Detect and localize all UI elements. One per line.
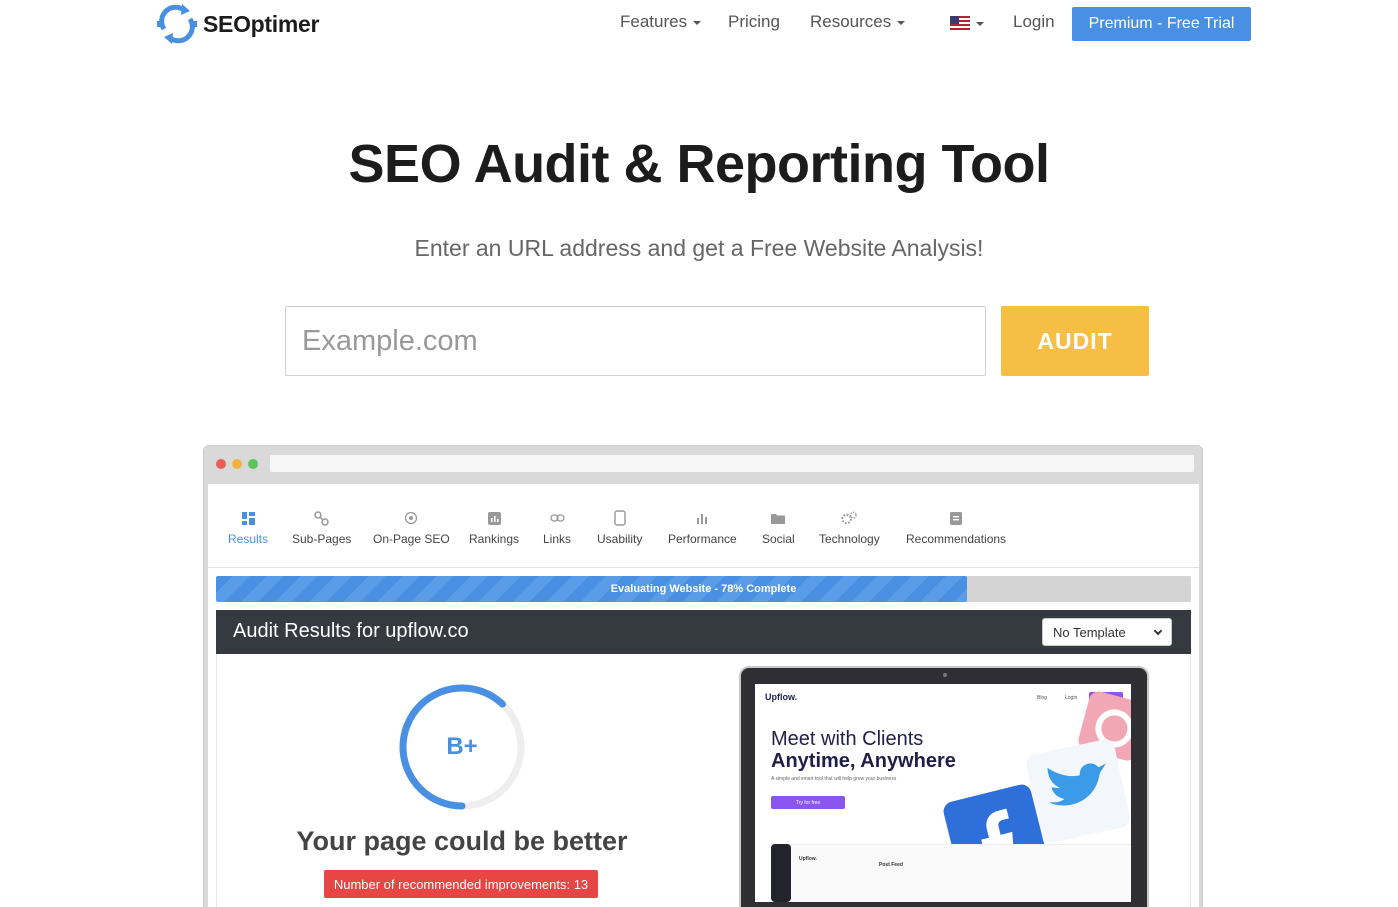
tab-label: Results	[228, 532, 269, 546]
demo-report-page: Results Sub-Pages On-Page SEO Rankings L…	[208, 484, 1199, 907]
upflow-tagline: A simple and smart tool that will help g…	[771, 776, 897, 782]
upflow-nav-blog: Blog	[1037, 695, 1048, 701]
link-nodes-icon	[314, 510, 330, 526]
nav-pricing-label: Pricing	[728, 12, 780, 31]
tab-label: Rankings	[469, 532, 520, 546]
improvements-badge: Number of recommended improvements: 13	[324, 870, 598, 898]
clipboard-icon	[948, 510, 964, 526]
audit-results-header: Audit Results for upflow.co No Template	[216, 610, 1191, 654]
tab-label: Performance	[668, 532, 737, 546]
signal-bars-icon	[694, 510, 710, 526]
upflow-cta: Try for free	[771, 796, 845, 809]
window-maximize-dot	[248, 459, 258, 469]
bar-chart-icon	[486, 510, 502, 526]
tab-technology[interactable]: Technology	[819, 510, 880, 546]
upflow-panel-title: Post Feed	[879, 862, 903, 868]
folder-icon	[770, 510, 786, 526]
chevron-down-icon	[1153, 626, 1163, 635]
tab-label: On-Page SEO	[373, 532, 450, 546]
nav-resources[interactable]: Resources	[810, 12, 906, 32]
target-icon	[403, 510, 419, 526]
laptop-preview: Upflow. Blog Login Try for free Meet wit…	[739, 666, 1149, 907]
seoptimer-logo[interactable]: SEOptimer	[154, 0, 319, 48]
nav-features-label: Features	[620, 12, 688, 31]
audit-button[interactable]: AUDIT	[1001, 306, 1149, 376]
audit-progress-bar: Evaluating Website - 78% Complete	[216, 576, 1191, 602]
upflow-headline-2: Anytime, Anywhere	[771, 750, 956, 772]
laptop-camera	[943, 673, 947, 677]
twitter-icon	[1024, 737, 1131, 845]
dashboard-icon	[240, 510, 256, 526]
tab-label: Social	[762, 532, 795, 546]
us-flag-icon	[950, 16, 970, 30]
nav-login-label: Login	[1013, 12, 1055, 31]
gear-arrows-icon	[157, 4, 197, 44]
upflow-headline-1: Meet with Clients	[771, 728, 924, 750]
page-title: SEO Audit & Reporting Tool	[348, 134, 1050, 194]
verdict-text: Your page could be better	[296, 826, 628, 856]
template-select-value: No Template	[1053, 624, 1126, 640]
tab-label: Technology	[819, 532, 880, 546]
premium-free-trial-button[interactable]: Premium - Free Trial	[1072, 7, 1251, 41]
upflow-dashboard-sidebar	[771, 844, 791, 902]
window-minimize-dot	[232, 459, 242, 469]
nav-login[interactable]: Login	[1013, 12, 1055, 32]
progress-text: Evaluating Website - 78% Complete	[610, 583, 797, 595]
template-select[interactable]: No Template	[1042, 618, 1172, 646]
window-close-dot	[216, 459, 226, 469]
tab-label: Sub-Pages	[292, 532, 352, 546]
tab-results[interactable]: Results	[228, 510, 268, 546]
tab-recommendations[interactable]: Recommendations	[906, 510, 1006, 546]
report-tabs: Results Sub-Pages On-Page SEO Rankings L…	[208, 484, 1199, 568]
audit-results-content: B+ Your page could be better Number of r…	[216, 654, 1191, 907]
logo-text: SEOptimer	[203, 10, 320, 37]
upflow-panel-logo: Upflow.	[799, 856, 817, 862]
nav-features[interactable]: Features	[620, 12, 702, 32]
upflow-logo: Upflow.	[765, 692, 798, 702]
tab-performance[interactable]: Performance	[668, 510, 737, 546]
upflow-nav-login: Login	[1065, 695, 1078, 701]
demo-browser-mockup: Results Sub-Pages On-Page SEO Rankings L…	[203, 445, 1203, 907]
tab-rankings[interactable]: Rankings	[469, 510, 519, 546]
upflow-dashboard-panel	[771, 844, 1131, 902]
tablet-icon	[612, 510, 628, 526]
caret-down-icon	[693, 21, 702, 25]
tab-sub-pages[interactable]: Sub-Pages	[292, 510, 351, 546]
tab-label: Usability	[597, 532, 643, 546]
website-screenshot: Upflow. Blog Login Try for free Meet wit…	[755, 684, 1131, 902]
tab-usability[interactable]: Usability	[597, 510, 642, 546]
grade-label: B+	[446, 733, 478, 760]
url-input[interactable]	[285, 306, 986, 376]
chain-link-icon	[549, 510, 565, 526]
caret-down-icon	[976, 22, 984, 26]
tab-social[interactable]: Social	[762, 510, 795, 546]
audit-results-title: Audit Results for upflow.co	[233, 620, 469, 642]
gears-icon	[841, 510, 858, 526]
address-bar	[270, 455, 1194, 472]
language-selector[interactable]	[950, 16, 984, 30]
nav-resources-label: Resources	[810, 12, 892, 31]
top-navbar: SEOptimer Features Pricing Resources Log…	[0, 0, 1398, 50]
caret-down-icon	[897, 21, 906, 25]
tab-on-page-seo[interactable]: On-Page SEO	[373, 510, 450, 546]
tab-label: Links	[543, 532, 572, 546]
page-subtitle: Enter an URL address and get a Free Webs…	[414, 235, 984, 261]
tab-links[interactable]: Links	[543, 510, 571, 546]
nav-pricing[interactable]: Pricing	[728, 12, 780, 32]
tab-label: Recommendations	[906, 532, 1007, 546]
